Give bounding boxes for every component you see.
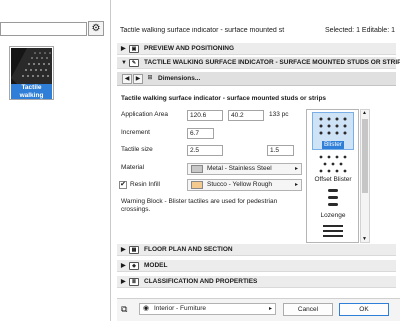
pattern-option-lozenge[interactable]: Lozenge: [312, 188, 354, 220]
tactile-size-b-field[interactable]: 1.5: [267, 145, 294, 156]
lozenge-label: Lozenge: [320, 212, 346, 219]
section-classification[interactable]: ▶ ≣ CLASSIFICATION AND PROPERTIES: [117, 276, 396, 288]
chevron-right-icon: ▸: [268, 306, 272, 312]
material-value: Metal - Stainless Steel: [207, 165, 272, 172]
object-settings-icon: ✎: [129, 59, 139, 67]
parameters-panel: Tactile walking surface indicator - surf…: [117, 86, 396, 244]
previous-page-button[interactable]: ◀: [122, 74, 132, 84]
increment-label: Increment: [121, 129, 150, 136]
application-area-x-field[interactable]: 120.6: [187, 110, 223, 121]
increment-field[interactable]: 6.7: [187, 128, 214, 139]
ok-button[interactable]: OK: [339, 303, 389, 316]
pattern-option-blister[interactable]: Blister: [312, 112, 354, 150]
library-pane: ⚙ Tactile walking surface indicat...: [0, 0, 111, 321]
pattern-list[interactable]: Blister Offset Blister Lozenge: [306, 109, 359, 243]
application-area-label: Application Area: [121, 111, 168, 118]
tree-view-icon[interactable]: ⊞: [145, 74, 155, 84]
selection-info: Selected: 1 Editable: 1: [324, 27, 395, 34]
gear-icon[interactable]: ⚙: [88, 21, 104, 36]
pattern-option-offset-blister[interactable]: Offset Blister: [312, 154, 354, 184]
dialog-title: Tactile walking surface indicator - surf…: [120, 27, 285, 34]
strip-pattern-icon: [323, 225, 343, 237]
model-icon: ◈: [129, 262, 139, 270]
section-label: CLASSIFICATION AND PROPERTIES: [144, 278, 258, 285]
chevron-right-icon: ▸: [294, 182, 298, 188]
offset-blister-label: Offset Blister: [314, 176, 352, 183]
material-swatch: [191, 165, 203, 173]
search-input[interactable]: [0, 22, 87, 36]
tactile-size-a-field[interactable]: 2.5: [187, 145, 223, 156]
preview-icon: ▣: [129, 45, 139, 53]
warning-text: Warning Block - Blister tactiles are use…: [121, 198, 278, 213]
page-navigator: ◀ ▶ ⊞ Dimensions...: [117, 72, 396, 86]
material-label: Material: [121, 164, 145, 171]
library-item-thumbnail: [11, 48, 52, 84]
resin-dropdown[interactable]: Stucco - Yellow Rough ▸: [187, 179, 302, 191]
tactile-size-label: Tactile size: [121, 146, 153, 153]
section-label: PREVIEW AND POSITIONING: [144, 45, 235, 52]
pattern-option-strip[interactable]: [312, 224, 354, 242]
section-model[interactable]: ▶ ◈ MODEL: [117, 260, 396, 272]
section-preview-positioning[interactable]: ▶ ▣ PREVIEW AND POSITIONING: [117, 43, 396, 55]
library-item[interactable]: Tactile walking surface indicat...: [9, 46, 54, 100]
expand-arrow-icon: ▶: [121, 279, 126, 285]
collapse-arrow-icon: ▼: [121, 60, 127, 66]
resin-swatch: [191, 181, 203, 189]
pattern-list-scrollbar[interactable]: ▲ ▼: [360, 109, 370, 243]
section-floor-plan[interactable]: ▶ ▦ FLOOR PLAN AND SECTION: [117, 244, 396, 256]
eye-icon: ◉: [143, 305, 150, 312]
next-page-button[interactable]: ▶: [133, 74, 143, 84]
expand-arrow-icon: ▶: [121, 46, 126, 52]
section-tactile-settings[interactable]: ▼ ✎ TACTILE WALKING SURFACE INDICATOR - …: [117, 57, 400, 69]
panel-heading: Tactile walking surface indicator - surf…: [121, 95, 327, 102]
section-label: MODEL: [144, 262, 168, 269]
expand-arrow-icon: ▶: [121, 247, 126, 253]
floor-plan-icon: ▦: [129, 246, 139, 254]
lozenge-pattern-icon: [328, 189, 338, 206]
pieces-count: 133 pc: [269, 111, 289, 118]
offset-blister-pattern-icon: [319, 155, 347, 173]
layer-icon: ⧉: [121, 304, 128, 314]
scroll-up-icon[interactable]: ▲: [362, 110, 367, 116]
section-label: FLOOR PLAN AND SECTION: [144, 246, 233, 253]
blister-label: Blister: [322, 141, 344, 149]
expand-arrow-icon: ▶: [121, 263, 126, 269]
classification-icon: ≣: [129, 278, 139, 286]
material-dropdown[interactable]: Metal - Stainless Steel ▸: [187, 163, 302, 175]
resin-infill-checkbox[interactable]: ✔: [119, 181, 127, 189]
application-area-y-field[interactable]: 40.2: [228, 110, 264, 121]
dialog-footer: ⧉ ◉ Interior - Furniture ▸ Cancel OK: [117, 298, 400, 321]
scroll-down-icon[interactable]: ▼: [362, 236, 367, 242]
layer-value: Interior - Furniture: [154, 305, 207, 312]
scrollbar-thumb[interactable]: [362, 119, 368, 193]
chevron-right-icon: ▸: [294, 166, 298, 172]
library-item-label: Tactile walking surface indicat...: [11, 84, 52, 99]
section-label: TACTILE WALKING SURFACE INDICATOR - SURF…: [144, 59, 400, 66]
cancel-button[interactable]: Cancel: [283, 303, 333, 316]
resin-value: Stucco - Yellow Rough: [207, 181, 273, 188]
resin-infill-label: Resin Infill: [130, 181, 160, 188]
blister-pattern-icon: [319, 117, 347, 135]
layer-dropdown[interactable]: ◉ Interior - Furniture ▸: [139, 303, 276, 315]
page-dropdown[interactable]: Dimensions...: [158, 74, 200, 84]
